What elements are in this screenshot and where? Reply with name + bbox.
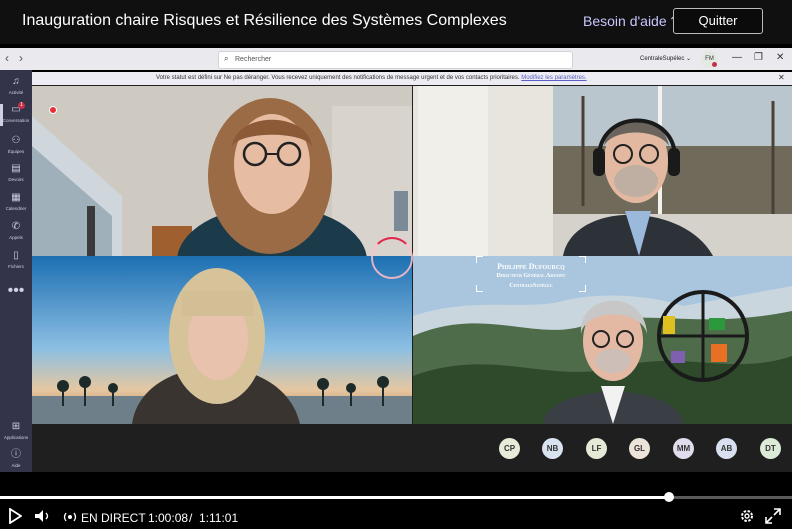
search-icon: ⌕ [224, 54, 229, 63]
rail-item-help[interactable]: ⓘ Aide [0, 449, 32, 468]
search-placeholder: Rechercher [235, 56, 272, 63]
loading-spinner-icon [371, 237, 413, 279]
video-feed-3 [32, 256, 412, 424]
participant-avatar[interactable]: AB [716, 438, 737, 459]
video-tile-speaker-3[interactable] [32, 256, 412, 424]
participant-avatar[interactable]: GL [629, 438, 650, 459]
close-banner-icon[interactable]: ✕ [778, 73, 785, 82]
video-tile-speaker-4[interactable] [413, 256, 792, 424]
more-apps-icon[interactable]: ••• [0, 282, 32, 300]
video-tile-speaker-2[interactable] [413, 86, 792, 256]
bell-icon: ♫ [12, 76, 20, 87]
duration: 1:11:01 [199, 511, 239, 525]
participant-avatar[interactable]: DT [760, 438, 781, 459]
minimize-icon[interactable]: — [732, 52, 742, 63]
event-header: Inauguration chaire Risques et Résilienc… [0, 0, 792, 44]
calendar-icon: ▦ [11, 192, 21, 203]
speaker-name: Philippe Dufourcq [497, 262, 565, 271]
participant-avatar[interactable]: MM [673, 438, 694, 459]
dnd-notification-banner: Votre statut est défini sur Ne pas déran… [32, 72, 792, 85]
live-label: EN DIRECT [81, 511, 146, 525]
video-tile-speaker-1[interactable] [32, 86, 412, 256]
files-icon: ▯ [13, 250, 19, 261]
volume-icon[interactable] [34, 509, 52, 528]
chat-icon: ▭ [11, 104, 21, 115]
apps-icon: ⊞ [11, 421, 21, 432]
back-arrow-icon[interactable]: ‹ [5, 51, 9, 65]
progress-fill [0, 496, 669, 499]
participant-avatar[interactable]: LF [586, 438, 607, 459]
speaker-role: Directeur Général Adjoint [496, 273, 566, 279]
rail-item-apps[interactable]: ⊞ Applications [0, 421, 32, 440]
unread-badge: 1 [18, 102, 25, 109]
quit-button[interactable]: Quitter [673, 8, 763, 34]
participant-avatar[interactable]: CP [499, 438, 520, 459]
participant-avatar[interactable]: NB [542, 438, 563, 459]
event-title: Inauguration chaire Risques et Résilienc… [22, 12, 507, 29]
speaker-name-card: Philippe Dufourcq Directeur Général Adjo… [476, 256, 586, 292]
rail-item-calls[interactable]: ✆ Appels [0, 221, 32, 240]
fullscreen-icon[interactable] [765, 508, 781, 529]
help-link[interactable]: Besoin d'aide ? [583, 13, 678, 29]
dnd-status-icon [712, 62, 717, 67]
rail-item-calendar[interactable]: ▦ Calendrier [0, 192, 32, 211]
settings-gear-icon[interactable] [739, 508, 755, 529]
live-broadcast-icon [62, 510, 78, 528]
rail-item-teams[interactable]: ⚇ Équipes [0, 135, 32, 154]
settings-link[interactable]: Modifiez les paramètres. [521, 75, 586, 81]
progress-knob[interactable] [664, 492, 674, 502]
help-icon: ⓘ [11, 449, 21, 460]
current-time: 1:00:08 [148, 511, 189, 525]
rail-item-files[interactable]: ▯ Fichiers [0, 250, 32, 269]
teams-icon: ⚇ [11, 135, 21, 146]
time-separator: / [189, 511, 193, 525]
tenant-switcher[interactable]: CentraleSupélec [640, 56, 684, 62]
close-icon[interactable]: ✕ [776, 52, 784, 63]
restore-icon[interactable]: ❐ [754, 52, 763, 63]
rail-item-assignments[interactable]: ▤ Devoirs [0, 163, 32, 182]
search-input[interactable]: ⌕ Rechercher [218, 51, 573, 69]
rail-item-activity[interactable]: ♫ Activité [0, 76, 32, 95]
video-feed-4 [413, 256, 792, 424]
assignments-icon: ▤ [11, 163, 21, 174]
chevron-down-icon[interactable]: ⌄ [686, 55, 691, 62]
notification-text: Votre statut est défini sur Ne pas déran… [156, 75, 520, 81]
video-feed-2 [413, 86, 792, 256]
speaker-org: CentraleSupélec [509, 283, 553, 289]
recording-indicator [49, 106, 57, 114]
rail-item-conversation[interactable]: ▭ Conversation [0, 104, 32, 123]
video-feed-1 [32, 86, 412, 256]
forward-arrow-icon[interactable]: › [19, 51, 23, 65]
teams-app-rail [0, 70, 32, 472]
play-icon[interactable] [8, 507, 23, 529]
phone-icon: ✆ [11, 221, 21, 232]
